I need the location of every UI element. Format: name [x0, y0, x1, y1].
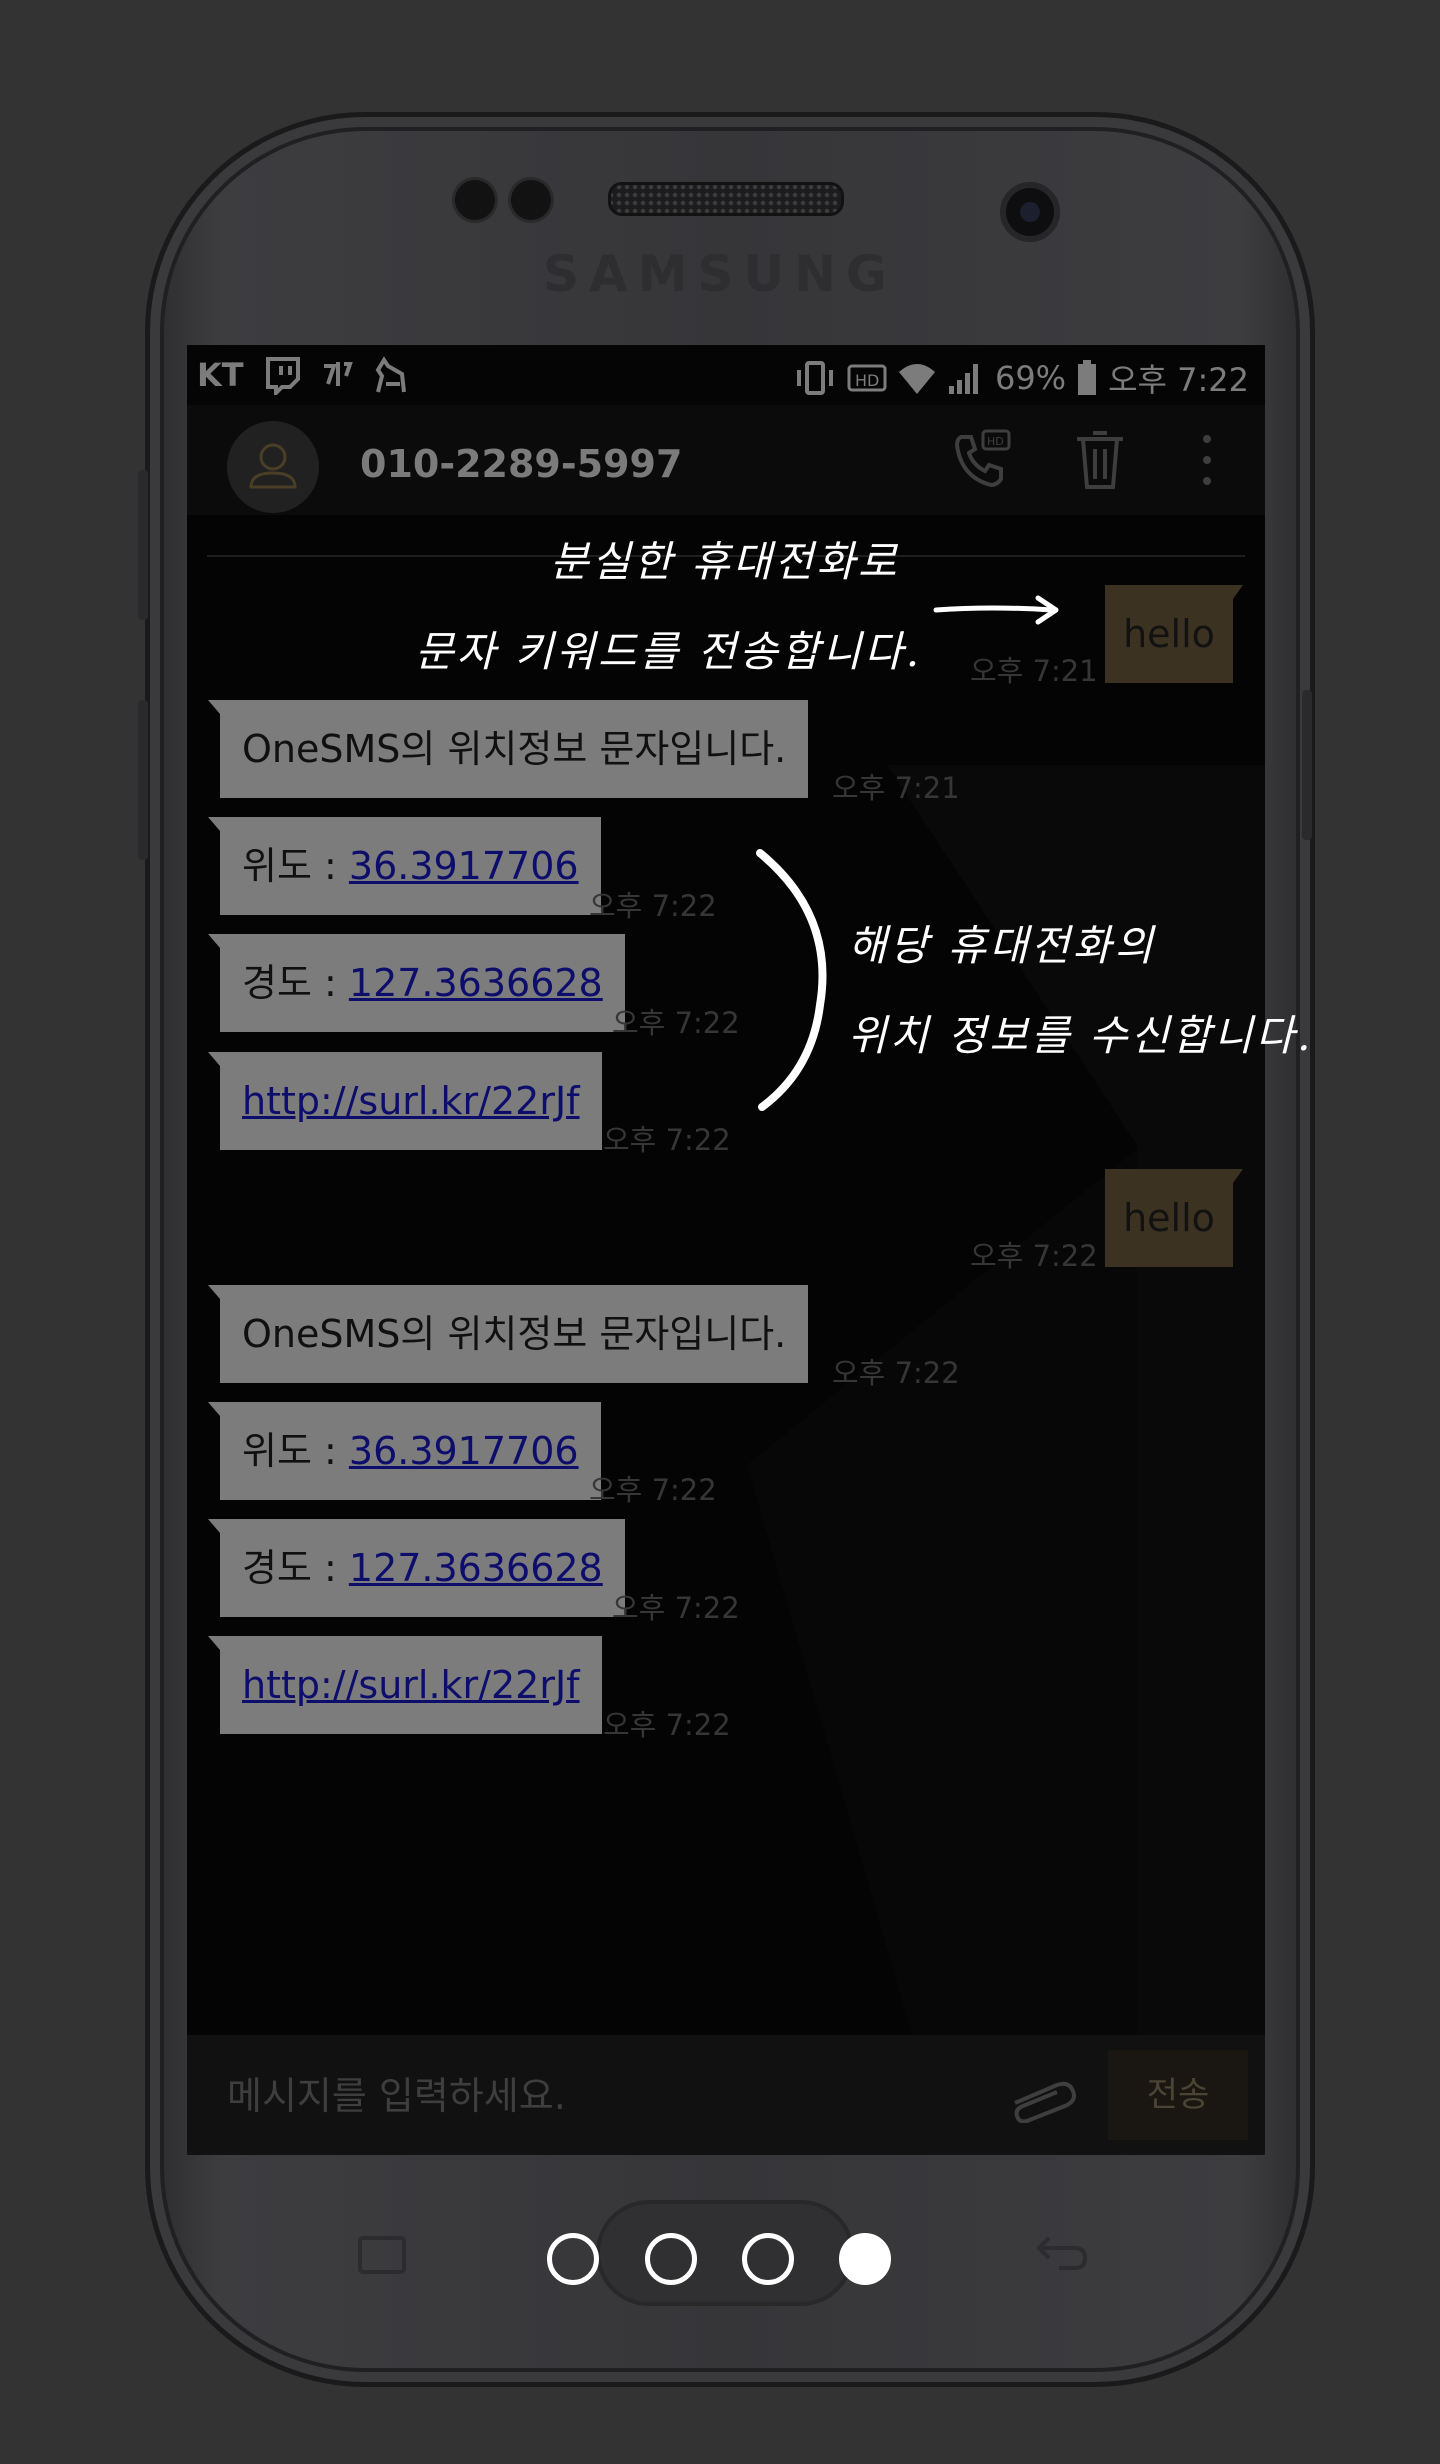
message-bubble-incoming[interactable]: OneSMS의 위치정보 문자입니다. [207, 1285, 809, 1383]
message-text: OneSMS의 위치정보 문자입니다. [242, 1312, 787, 1356]
longitude-link[interactable]: 127.3636628 [349, 1546, 603, 1590]
message-input[interactable]: 메시지를 입력하세요. [227, 2065, 566, 2120]
svg-text:HD: HD [855, 371, 879, 390]
wifi-icon [898, 364, 935, 394]
clock: 오후 7:22 [1108, 361, 1249, 399]
message-bubble-incoming[interactable]: http://surl.kr/22rJf [208, 1052, 602, 1150]
more-options-icon[interactable] [1172, 425, 1242, 495]
delete-icon[interactable] [1065, 425, 1135, 495]
annotation-receive-line-2: 위치 정보를 수신합니다. [848, 1011, 1314, 1060]
message-timestamp: 오후 7:22 [970, 1239, 1098, 1273]
svg-text:HD: HD [987, 435, 1004, 448]
message-timestamp: 오후 7:22 [832, 1356, 960, 1390]
message-prefix: 경도 : [242, 1546, 349, 1590]
recent-apps-icon [358, 2236, 406, 2274]
annotation-send-line-1: 분실한 휴대전화로 [550, 537, 900, 586]
annotation-bracket-icon [756, 849, 827, 1111]
pager-dot[interactable] [742, 2233, 794, 2285]
hd-voice-icon: HD [847, 364, 887, 392]
sensor-icon [452, 177, 498, 223]
person-icon [249, 443, 297, 489]
send-button[interactable]: 전송 [1108, 2050, 1248, 2140]
message-bubble-incoming[interactable]: OneSMS의 위치정보 문자입니다. [207, 700, 809, 798]
volume-button [138, 470, 148, 620]
message-bubble-incoming[interactable]: http://surl.kr/22rJf [208, 1636, 602, 1734]
back-icon [1036, 2236, 1088, 2270]
dog-icon [375, 356, 406, 393]
message-bubble-incoming[interactable]: 위도 : 36.3917706 [208, 1402, 601, 1500]
message-timestamp: 오후 7:21 [970, 654, 1098, 688]
brand-logo: SAMSUNG [543, 245, 897, 303]
message-timestamp: 오후 7:22 [589, 1473, 717, 1507]
message-bubble-incoming[interactable]: 경도 : 127.3636628 [208, 1519, 625, 1617]
signal-icon [948, 364, 978, 394]
carrier-label: KT [197, 356, 244, 394]
map-url-link[interactable]: http://surl.kr/22rJf [242, 1663, 580, 1707]
message-prefix: 경도 : [242, 961, 349, 1005]
front-camera [1000, 182, 1060, 242]
home-button [596, 2200, 854, 2306]
hd-call-icon[interactable]: HD [947, 425, 1017, 495]
phone-screen: KT HD 69% 오후 7:22 010-2289-5997 HD hello… [187, 345, 1265, 2155]
message-bubble-outgoing[interactable]: hello [1105, 585, 1243, 683]
annotation-arrow-icon [933, 595, 1059, 625]
contact-phone-number: 010-2289-5997 [360, 442, 683, 486]
message-bubble-incoming[interactable]: 위도 : 36.3917706 [208, 817, 601, 915]
sensor-icon [508, 177, 554, 223]
message-prefix: 위도 : [242, 844, 349, 888]
battery-percent: 69% [994, 359, 1067, 397]
app-notification-icon [323, 362, 353, 386]
message-timestamp: 오후 7:22 [612, 1591, 740, 1625]
map-url-link[interactable]: http://surl.kr/22rJf [242, 1079, 580, 1123]
pager-dot[interactable] [645, 2233, 697, 2285]
power-button [1302, 690, 1312, 840]
volume-button-2 [138, 700, 148, 860]
screen-background-decoration [747, 765, 1265, 2155]
annotation-receive-line-1: 해당 휴대전화의 [848, 921, 1156, 970]
message-timestamp: 오후 7:22 [612, 1006, 740, 1040]
status-bar: KT HD 69% 오후 7:22 [187, 345, 1265, 405]
contact-avatar[interactable] [227, 421, 319, 513]
twitch-icon [265, 357, 300, 395]
battery-icon [1078, 360, 1097, 395]
message-bubble-outgoing[interactable]: hello [1105, 1169, 1243, 1267]
longitude-link[interactable]: 127.3636628 [349, 961, 603, 1005]
message-composer: 메시지를 입력하세요. 전송 [187, 2035, 1265, 2155]
message-timestamp: 오후 7:21 [832, 771, 960, 805]
message-timestamp: 오후 7:22 [603, 1708, 731, 1742]
pager-dot-active[interactable] [839, 2233, 891, 2285]
vibrate-icon [796, 361, 833, 395]
latitude-link[interactable]: 36.3917706 [349, 844, 579, 888]
message-text: hello [1123, 1196, 1215, 1240]
pager-dot[interactable] [547, 2233, 599, 2285]
message-timestamp: 오후 7:22 [603, 1123, 731, 1157]
annotation-send-line-2: 문자 키워드를 전송합니다. [415, 627, 923, 676]
message-timestamp: 오후 7:22 [589, 889, 717, 923]
earpiece-speaker [608, 182, 844, 216]
message-text: hello [1123, 612, 1215, 656]
conversation-header: 010-2289-5997 HD [187, 405, 1265, 515]
message-prefix: 위도 : [242, 1429, 349, 1473]
message-text: OneSMS의 위치정보 문자입니다. [242, 727, 787, 771]
latitude-link[interactable]: 36.3917706 [349, 1429, 579, 1473]
message-bubble-incoming[interactable]: 경도 : 127.3636628 [208, 934, 625, 1032]
attach-icon[interactable] [1005, 2073, 1085, 2123]
